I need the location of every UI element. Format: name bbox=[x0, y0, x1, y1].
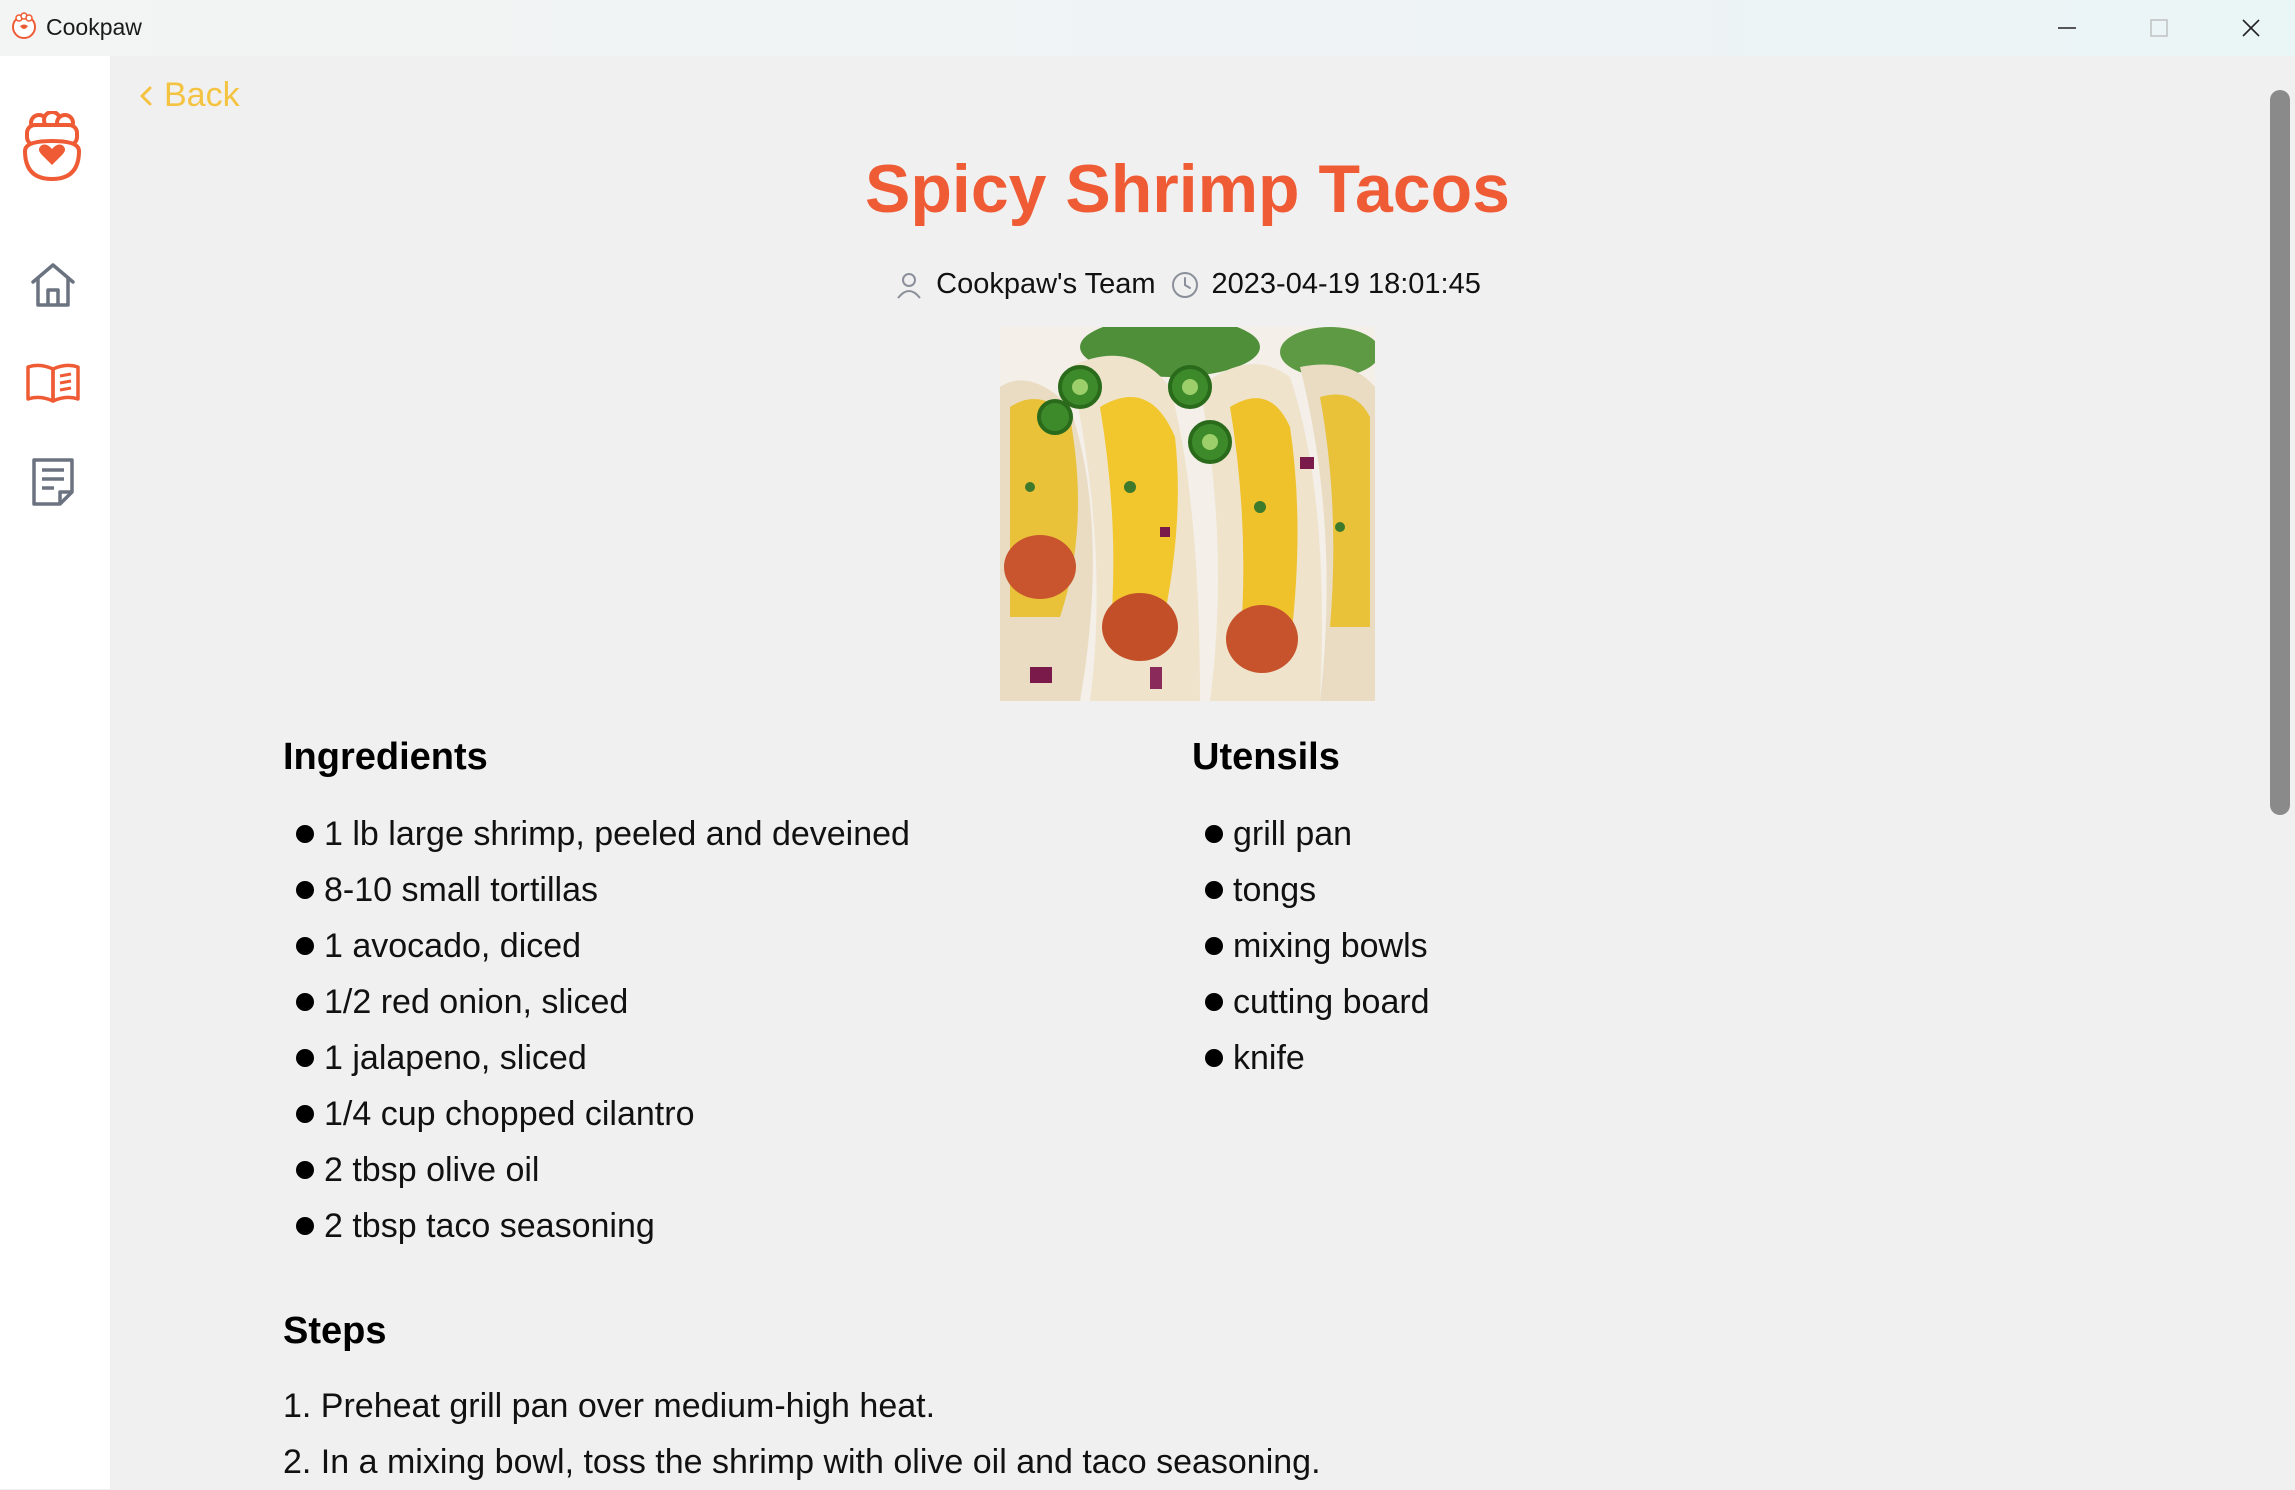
user-icon bbox=[897, 272, 921, 299]
app-logo-icon bbox=[10, 12, 38, 40]
utensil-item-text: grill pan bbox=[1233, 814, 1353, 853]
ingredient-item: 2 tbsp olive oil bbox=[296, 1142, 910, 1198]
utensil-item-text: knife bbox=[1233, 1038, 1305, 1077]
minimize-button[interactable] bbox=[2022, 0, 2112, 56]
bullet-dot bbox=[1205, 993, 1223, 1011]
ingredients-list: 1 lb large shrimp, peeled and deveined 8-… bbox=[296, 806, 910, 1254]
close-icon bbox=[2242, 19, 2260, 37]
notes-icon[interactable] bbox=[22, 450, 84, 512]
ingredient-item-text: 1 jalapeno, sliced bbox=[324, 1038, 587, 1077]
bullet-dot bbox=[1205, 825, 1223, 843]
minimize-icon bbox=[2058, 27, 2076, 29]
utensil-item: tongs bbox=[1205, 862, 1430, 918]
utensil-item-text: cutting board bbox=[1233, 982, 1430, 1021]
ingredient-item-text: 8-10 small tortillas bbox=[324, 870, 598, 909]
bullet-dot bbox=[296, 1105, 314, 1123]
ingredient-item-text: 1/4 cup chopped cilantro bbox=[324, 1094, 695, 1133]
bullet-dot bbox=[296, 1217, 314, 1235]
title-bar: Cookpaw bbox=[0, 0, 2295, 56]
utensil-item: mixing bowls bbox=[1205, 918, 1430, 974]
ingredient-item: 1/4 cup chopped cilantro bbox=[296, 1086, 910, 1142]
sidebar bbox=[0, 56, 110, 1489]
ingredient-item-text: 1 lb large shrimp, peeled and deveined bbox=[324, 814, 910, 853]
bullet-dot bbox=[296, 1049, 314, 1067]
utensil-item: knife bbox=[1205, 1030, 1430, 1086]
bullet-dot bbox=[1205, 881, 1223, 899]
bullet-dot bbox=[296, 825, 314, 843]
scrollbar-thumb[interactable] bbox=[2270, 90, 2290, 815]
ingredient-item: 1 lb large shrimp, peeled and deveined bbox=[296, 806, 910, 862]
recipe-image bbox=[1000, 327, 1375, 701]
recipe-meta: Cookpaw's Team 2023-04-19 18:01:45 bbox=[110, 268, 2265, 301]
book-icon[interactable] bbox=[22, 352, 84, 414]
utensil-item-text: tongs bbox=[1233, 870, 1317, 909]
app-title: Cookpaw bbox=[46, 14, 142, 40]
ingredient-item: 1 jalapeno, sliced bbox=[296, 1030, 910, 1086]
ingredient-item-text: 1 avocado, diced bbox=[324, 926, 582, 965]
step-item: 2. In a mixing bowl, toss the shrimp wit… bbox=[283, 1442, 1321, 1481]
bullet-dot bbox=[296, 881, 314, 899]
ingredient-item-text: 1/2 red onion, sliced bbox=[324, 982, 629, 1021]
utensil-item: cutting board bbox=[1205, 974, 1430, 1030]
ingredient-item: 2 tbsp taco seasoning bbox=[296, 1198, 910, 1254]
steps-list: 1. Preheat grill pan over medium-high he… bbox=[283, 1378, 1321, 1490]
ingredients-heading: Ingredients bbox=[283, 736, 488, 778]
home-icon[interactable] bbox=[22, 254, 84, 316]
ingredient-item-text: 2 tbsp taco seasoning bbox=[324, 1206, 655, 1245]
ingredient-item-text: 2 tbsp olive oil bbox=[324, 1150, 540, 1189]
close-button[interactable] bbox=[2206, 0, 2295, 56]
maximize-button[interactable] bbox=[2114, 0, 2204, 56]
recipe-timestamp: 2023-04-19 18:01:45 bbox=[1211, 268, 1481, 300]
back-button[interactable]: Back bbox=[138, 76, 240, 115]
clock-icon bbox=[1171, 271, 1198, 298]
utensils-heading: Utensils bbox=[1192, 736, 1340, 778]
recipe-author: Cookpaw's Team bbox=[936, 268, 1156, 300]
bullet-dot bbox=[1205, 937, 1223, 955]
utensil-item: grill pan bbox=[1205, 806, 1430, 862]
steps-heading: Steps bbox=[283, 1310, 387, 1352]
ingredient-item: 8-10 small tortillas bbox=[296, 862, 910, 918]
utensils-list: grill pan tongs mixing bowls cutting board k… bbox=[1205, 806, 1430, 1086]
bullet-dot bbox=[296, 937, 314, 955]
maximize-icon bbox=[2150, 19, 2168, 37]
chevron-left-icon bbox=[140, 86, 152, 105]
ingredient-item: 1/2 red onion, sliced bbox=[296, 974, 910, 1030]
paw-chef-logo-icon[interactable] bbox=[16, 108, 88, 188]
recipe-title: Spicy Shrimp Tacos bbox=[865, 151, 1510, 227]
ingredient-item: 1 avocado, diced bbox=[296, 918, 910, 974]
bullet-dot bbox=[296, 993, 314, 1011]
back-label: Back bbox=[164, 76, 240, 114]
bullet-dot bbox=[296, 1161, 314, 1179]
step-item: 1. Preheat grill pan over medium-high he… bbox=[283, 1386, 936, 1425]
utensil-item-text: mixing bowls bbox=[1233, 926, 1428, 965]
bullet-dot bbox=[1205, 1049, 1223, 1067]
